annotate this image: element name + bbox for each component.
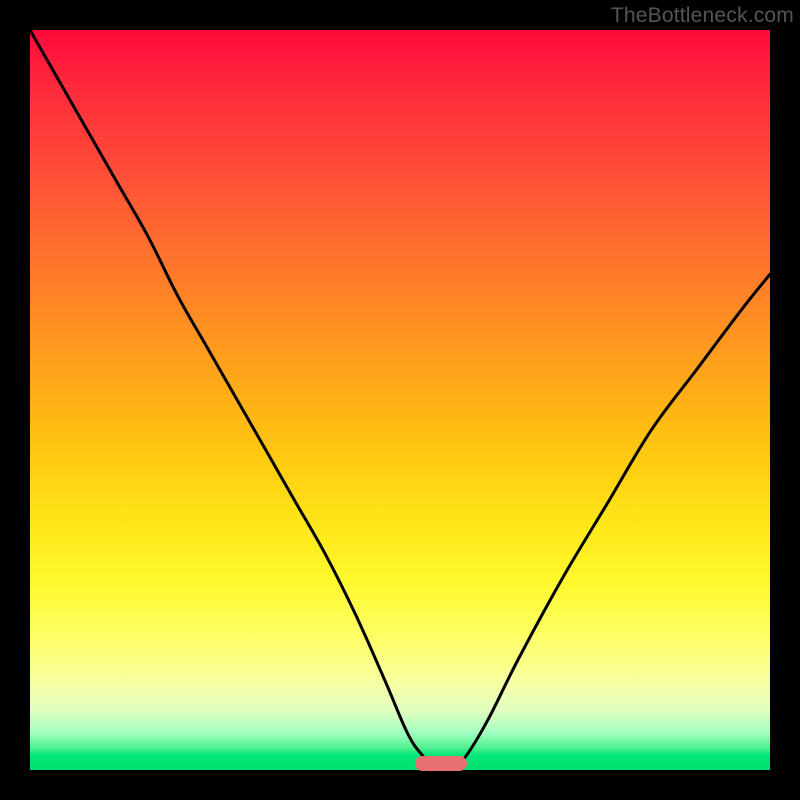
watermark-text: TheBottleneck.com: [611, 4, 794, 28]
plot-area: [30, 30, 770, 770]
optimal-marker: [415, 756, 467, 771]
bottleneck-curve: [30, 30, 770, 770]
chart-container: TheBottleneck.com: [0, 0, 800, 800]
